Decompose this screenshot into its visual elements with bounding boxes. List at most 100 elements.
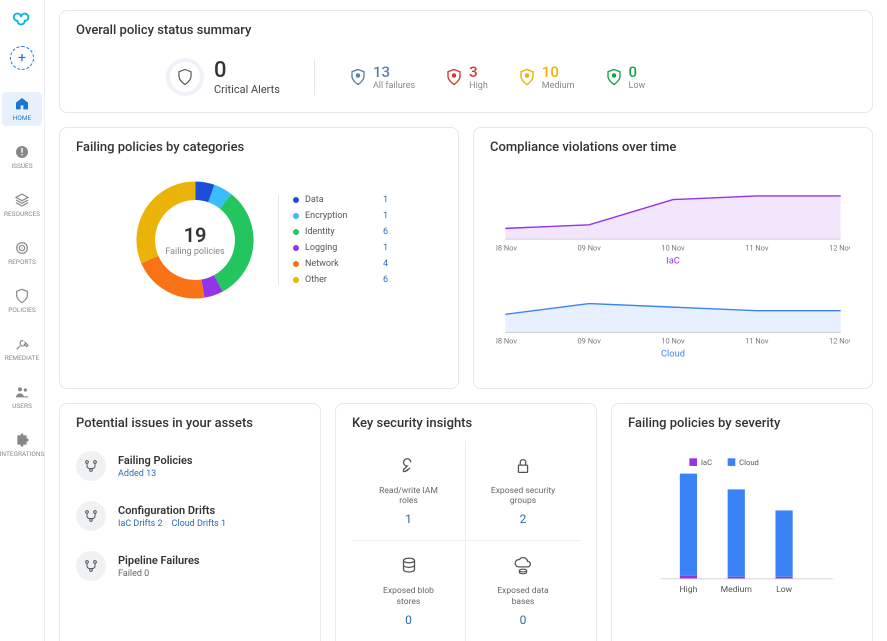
critical-alerts: 0 Critical Alerts [166,58,280,96]
svg-text:09 Nov: 09 Nov [578,243,602,252]
summary-title: Overall policy status summary [76,23,856,38]
svg-text:09 Nov: 09 Nov [578,337,602,346]
nav-label: USERS [12,402,32,410]
legend-value: 1 [383,211,388,221]
nav-integrations[interactable]: INTEGRATIONS [2,428,42,462]
legend-label: Logging [305,243,383,253]
wrench-icon [14,336,30,352]
stat-count: 13 [373,63,415,81]
svg-text:10 Nov: 10 Nov [661,337,685,346]
compliance-chart: 08 Nov09 Nov10 Nov11 Nov12 NovIaC08 Nov0… [496,169,850,369]
legend-data[interactable]: Data1 [293,195,388,205]
legend-dot-icon [293,197,299,203]
nav-remediate[interactable]: REMEDIATE [2,332,42,366]
legend-value: 1 [383,243,388,253]
issue-subtitle: Added 13 [118,469,193,479]
insight-label: Exposed securitygroups [491,486,555,506]
puzzle-icon [14,432,30,448]
nav-users[interactable]: USERS [2,380,42,414]
critical-label: Critical Alerts [214,83,280,96]
insight-label: Exposed databases [497,586,548,606]
shield-badge-icon [349,68,367,86]
legend-logging[interactable]: Logging1 [293,243,388,253]
shield-icon [166,58,204,96]
logo[interactable] [11,8,33,30]
sidebar: + HOME ISSUES RESOURCES REPORTS POLICIES REME… [0,0,45,641]
stat-count: 10 [542,63,575,81]
issue-title: Failing Policies [118,454,193,467]
stat-count: 3 [469,63,488,81]
nav-label: REMEDIATE [5,354,40,362]
severity-chart: IaCCloudHighMediumLow [632,451,852,611]
stat-label: Medium [542,81,575,91]
nav-reports[interactable]: REPORTS [2,236,42,270]
layers-icon [14,192,30,208]
stat-label: High [469,81,488,91]
db-icon [398,555,420,580]
nav-policies[interactable]: POLICIES [2,284,42,318]
svg-text:Cloud: Cloud [661,349,685,360]
nav-label: REPORTS [8,258,36,266]
nav-label: ISSUES [11,162,32,170]
insight-key[interactable]: Read/write IAMroles1 [352,441,466,541]
stat-label: All failures [373,81,415,91]
failing-categories-card: Failing policies by categories 19 Failin… [59,127,459,389]
svg-text:10 Nov: 10 Nov [661,243,685,252]
svg-text:IaC: IaC [701,458,712,467]
svg-text:Medium: Medium [721,585,752,595]
potential-issues-card: Potential issues in your assets Failing … [59,403,321,641]
legend-other[interactable]: Other6 [293,275,388,285]
svg-text:08 Nov: 08 Nov [496,337,517,346]
legend-identity[interactable]: Identity6 [293,227,388,237]
critical-count: 0 [214,58,280,83]
compliance-card: Compliance violations over time 08 Nov09… [473,127,873,389]
svg-text:11 Nov: 11 Nov [745,337,769,346]
nav-issues[interactable]: ISSUES [2,140,42,174]
stat-count: 0 [629,63,646,81]
branch-icon [76,451,106,481]
nav-label: RESOURCES [4,210,40,218]
legend-label: Data [305,195,383,205]
insight-lock[interactable]: Exposed securitygroups2 [466,441,580,541]
donut-chart: 19 Failing policies [130,175,260,305]
insight-value: 0 [520,613,527,627]
legend-dot-icon [293,213,299,219]
stat-low: 0Low [605,63,646,91]
insights-title: Key security insights [352,416,580,431]
users-icon [14,384,30,400]
nav-label: HOME [13,114,31,122]
stat-label: Low [629,81,646,91]
shield-icon [14,288,30,304]
donut-center-label: Failing policies [165,247,224,257]
issue-title: Configuration Drifts [118,504,226,517]
donut-legend: Data1Encryption1Identity6Logging1Network… [278,195,388,285]
issue-subtitle: Failed 0 [118,569,200,579]
svg-text:Low: Low [776,585,793,595]
shield-badge-icon [605,68,623,86]
main-content: Overall policy status summary 0 Critical… [45,0,887,641]
nav-label: POLICIES [8,306,35,314]
home-icon [14,96,30,112]
legend-encryption[interactable]: Encryption1 [293,211,388,221]
insight-value: 0 [405,613,412,627]
issue-configuration-drifts[interactable]: Configuration DriftsIaC Drifts 2 Cloud D… [76,491,304,541]
svg-text:High: High [680,585,698,595]
add-button[interactable]: + [10,46,34,70]
insight-cloud-db[interactable]: Exposed databases 0 [466,541,580,641]
issue-pipeline-failures[interactable]: Pipeline FailuresFailed 0 [76,541,304,591]
target-icon [14,240,30,256]
stat-all-failures: 13All failures [349,63,415,91]
svg-text:08 Nov: 08 Nov [496,243,517,252]
insights-card: Key security insights Read/write IAMrole… [335,403,597,641]
issue-failing-policies[interactable]: Failing Policies Added 13 [76,441,304,491]
nav-resources[interactable]: RESOURCES [2,188,42,222]
legend-label: Network [305,259,383,269]
stat-high: 3High [445,63,488,91]
branch-icon [76,501,106,531]
legend-label: Identity [305,227,383,237]
donut-center-count: 19 [184,223,207,247]
insight-db[interactable]: Exposed blobstores0 [352,541,466,641]
nav-home[interactable]: HOME [2,92,42,126]
divider [314,59,315,95]
legend-network[interactable]: Network4 [293,259,388,269]
